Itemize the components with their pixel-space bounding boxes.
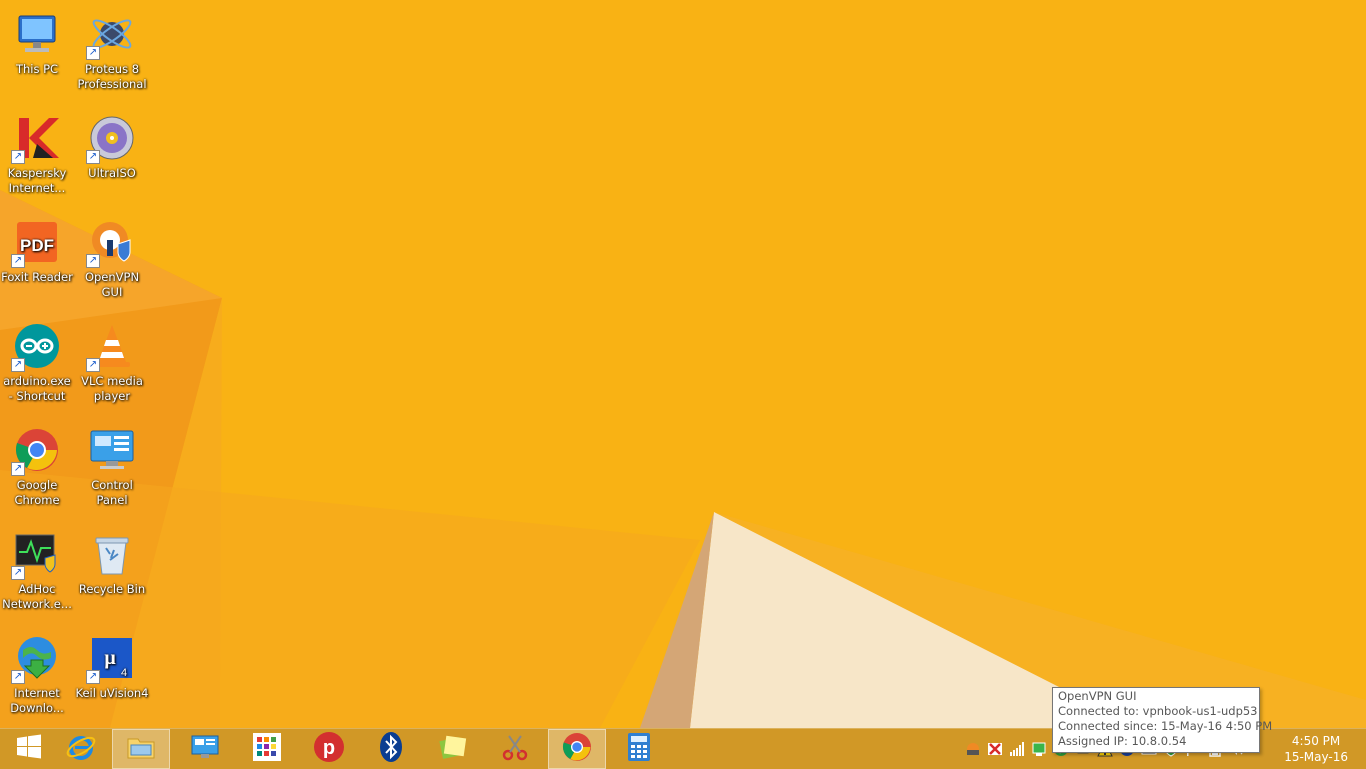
recycle-bin-icon: [88, 530, 136, 578]
sticky-notes-button[interactable]: [424, 729, 482, 769]
snipping-tool-icon: [499, 731, 531, 767]
openvpn-tray-icon[interactable]: [965, 741, 981, 757]
proteus-icon: ↗: [86, 10, 136, 60]
psiphon-icon: p: [313, 731, 345, 767]
shortcut-arrow-icon: ↗: [11, 670, 25, 684]
chrome-icon: [561, 731, 593, 767]
apps-grid-icon: [251, 731, 283, 767]
remote-desktop-icon: [189, 731, 221, 767]
desktop-icon-label: Internet Downlo...: [10, 686, 64, 715]
tooltip-assigned-ip: Assigned IP: 10.8.0.54: [1058, 734, 1187, 748]
network-icon[interactable]: [1031, 741, 1047, 757]
desktop-icon-kaspersky[interactable]: ↗ Kaspersky Internet...: [0, 110, 74, 210]
file-explorer-icon: [125, 731, 157, 767]
bluetooth-button[interactable]: [362, 729, 420, 769]
openvpn-tooltip: OpenVPN GUI Connected to: vpnbook-us1-ud…: [1052, 687, 1273, 753]
desktop-icon-label: VLC media player: [81, 374, 143, 403]
this-pc-icon: [13, 10, 61, 58]
desktop-icon-arduino[interactable]: ↗ arduino.exe - Shortcut: [0, 318, 74, 418]
svg-text:μ: μ: [104, 647, 116, 669]
internet-explorer-icon: [65, 731, 97, 767]
signal-icon[interactable]: [1009, 741, 1025, 757]
desktop-icon-proteus[interactable]: ↗ Proteus 8 Professional: [75, 6, 149, 106]
control-panel-icon: [88, 426, 136, 474]
desktop-icon-keil-uvision[interactable]: μ 4 ↗ Keil uVision4: [75, 630, 149, 730]
desktop-icon-vlc[interactable]: ↗ VLC media player: [75, 318, 149, 418]
ultraiso-icon: ↗: [86, 114, 136, 164]
shortcut-arrow-icon: ↗: [86, 358, 100, 372]
shortcut-arrow-icon: ↗: [11, 254, 25, 268]
apps-grid-button[interactable]: [238, 729, 296, 769]
svg-text:4: 4: [121, 667, 127, 679]
file-explorer-button[interactable]: [112, 729, 170, 769]
desktop-icon-chrome[interactable]: ↗ Google Chrome: [0, 422, 74, 522]
svg-text:p: p: [323, 737, 335, 759]
snipping-tool-button[interactable]: [486, 729, 544, 769]
desktop-icon-label: Keil uVision4: [75, 686, 149, 700]
desktop-icon-control-panel[interactable]: Control Panel: [75, 422, 149, 522]
desktop-icon-ultraiso[interactable]: ↗ UltraISO: [75, 110, 149, 210]
chrome-icon: ↗: [11, 426, 61, 476]
desktop-wallpaper: [0, 0, 1366, 728]
desktop-icon-adhoc-network[interactable]: ↗ AdHoc Network.e...: [0, 526, 74, 626]
clock[interactable]: 4:50 PM 15-May-16: [1284, 733, 1348, 765]
tooltip-connected-to: Connected to: vpnbook-us1-udp53: [1058, 704, 1258, 718]
arduino-icon: ↗: [11, 322, 61, 372]
clock-time: 4:50 PM: [1291, 734, 1341, 748]
internet-download-manager-icon: ↗: [11, 634, 61, 684]
desktop-icon-label: AdHoc Network.e...: [2, 582, 72, 611]
keil-uvision-icon: μ 4 ↗: [86, 634, 136, 684]
chrome-button[interactable]: [548, 729, 606, 769]
shortcut-arrow-icon: ↗: [11, 358, 25, 372]
desktop-icon-foxit-reader[interactable]: PDF ↗ Foxit Reader: [0, 214, 74, 314]
desktop-icon-label: Recycle Bin: [78, 582, 146, 596]
shortcut-arrow-icon: ↗: [86, 670, 100, 684]
clock-date: 15-May-16: [1284, 750, 1348, 764]
desktop-icon-label: Google Chrome: [14, 478, 60, 507]
kaspersky-tray-icon[interactable]: [987, 741, 1003, 757]
shortcut-arrow-icon: ↗: [11, 150, 25, 164]
svg-text:PDF: PDF: [20, 236, 54, 255]
tooltip-title: OpenVPN GUI: [1058, 689, 1137, 703]
tooltip-connected-since: Connected since: 15-May-16 4:50 PM: [1058, 719, 1273, 733]
shortcut-arrow-icon: ↗: [86, 150, 100, 164]
desktop-icon-recycle-bin[interactable]: Recycle Bin: [75, 526, 149, 626]
calculator-button[interactable]: [610, 729, 668, 769]
desktop-icon-label: Kaspersky Internet...: [7, 166, 67, 195]
remote-desktop-button[interactable]: [176, 729, 234, 769]
shortcut-arrow-icon: ↗: [11, 462, 25, 476]
desktop-icon-this-pc[interactable]: This PC: [0, 6, 74, 106]
desktop-icon-label: This PC: [15, 62, 59, 76]
desktop-icon-label: OpenVPN GUI: [84, 270, 140, 299]
desktop-icon-internet-download-manager[interactable]: ↗ Internet Downlo...: [0, 630, 74, 730]
start-button[interactable]: [0, 729, 58, 769]
calculator-icon: [623, 731, 655, 767]
psiphon-button[interactable]: p: [300, 729, 358, 769]
desktop-icon-label: Foxit Reader: [1, 270, 73, 284]
windows-logo-icon: [13, 731, 45, 767]
desktop-icon-label: Control Panel: [91, 478, 133, 507]
shortcut-arrow-icon: ↗: [86, 46, 100, 60]
bluetooth-icon: [375, 731, 407, 767]
kaspersky-icon: ↗: [11, 114, 61, 164]
openvpn-icon: ↗: [86, 218, 136, 268]
shortcut-arrow-icon: ↗: [86, 254, 100, 268]
foxit-reader-icon: PDF ↗: [11, 218, 61, 268]
desktop-icon-label: arduino.exe - Shortcut: [3, 374, 71, 403]
internet-explorer-button[interactable]: [52, 729, 110, 769]
desktop-icon-label: UltraISO: [88, 166, 136, 180]
sticky-notes-icon: [437, 731, 469, 767]
shortcut-arrow-icon: ↗: [11, 566, 25, 580]
adhoc-network-icon: ↗: [11, 530, 61, 580]
desktop-icon-openvpn[interactable]: ↗ OpenVPN GUI: [75, 214, 149, 314]
desktop-icon-label: Proteus 8 Professional: [77, 62, 147, 91]
vlc-icon: ↗: [86, 322, 136, 372]
